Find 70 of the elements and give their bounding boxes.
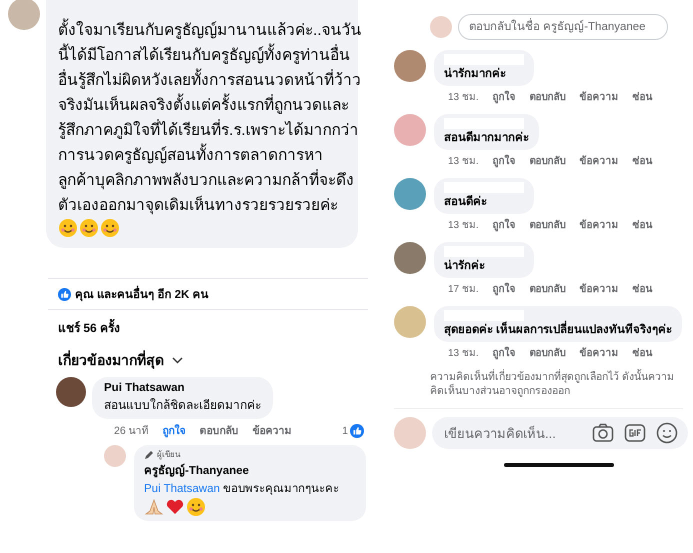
author-name[interactable]: Pui Thatsawan [104,382,261,394]
comment-action[interactable]: ซ่อน [632,89,653,104]
comment-action[interactable]: ข้อความ [580,281,619,296]
reply-field[interactable]: ตอบกลับในชื่อ ครูธัญญ์-Thanyanee [458,14,668,40]
avatar [394,114,426,146]
comment-action[interactable]: ถูกใจ [492,217,516,232]
smiling-face-icon [100,218,120,238]
heart-icon [165,497,185,517]
comment-action[interactable]: ตอบกลับ [200,422,239,439]
avatar [394,242,426,274]
timestamp: 13 ชม. [448,155,479,168]
gif-icon[interactable] [624,423,646,443]
comment-action[interactable]: ถูกใจ [492,345,516,360]
filter-notice: ความคิดเห็นที่เกี่ยวข้องมากที่สุดถูกเลือกไว้ ดังนั้นความคิดเห็นบางส่วนอาจถูกกรองออก [430,370,675,398]
like-count: 1 [342,424,348,436]
avatar [394,306,426,338]
comment-action[interactable]: ซ่อน [632,153,653,168]
comment-text: สอนดีมากมากค่ะ [444,131,529,146]
share-count[interactable]: แชร์ 56 ครั้ง [58,318,380,337]
comment-action[interactable]: ข้อความ [252,422,292,439]
comment-action[interactable]: ถูกใจ [492,153,516,168]
comment-text: ตั้งใจมาเรียนกับครูธัญญ์มานานแล้วค่ะ..จนวัน นี้ได้มีโอกาสได้เรียนกับครูธัญญ์ทั้งครูท่านอื่น อื่นรู้สึกไม่ผิดหวังเลยทั้งการสอนนวดหน้าที่ว้าว จริงมันเห็นผลจริงตั้งแต่ครั้งแรกที่ถูกนวดและ รู้สึกภาคภูมิใจที่ได้เรียนที่ร.ร.เพราะได้มากกว่า การนวดครูธัญญ์สอนทั้งการตลาดการหา ลูกค้าบุคลิกภาพพลังบวกและความกล้าที่จะดึง ตัวเองออกมาจุดเดิมเห็นทางรวยรวยรวยค่ะ [58,18,362,218]
smiling-face-icon [58,218,78,238]
comment-action[interactable]: ซ่อน [632,345,653,360]
comment-text: น่ารักมากค่ะ [444,67,507,82]
sort-dropdown[interactable]: เกี่ยวข้องมากที่สุด [58,349,183,371]
comment-text: น่ารักค่ะ [444,259,486,274]
comment-action[interactable]: ตอบกลับ [530,217,566,232]
avatar [394,417,426,449]
comment-action[interactable]: ตอบกลับ [530,345,566,360]
avatar [394,178,426,210]
like-icon [58,288,71,300]
avatar [394,50,426,82]
timestamp: 13 ชม. [448,219,479,232]
avatar [8,0,40,30]
reaction-summary[interactable]: คุณ และคนอื่นๆ อีก 2K คน [75,285,208,303]
comment-action[interactable]: ข้อความ [580,89,619,104]
timestamp: 13 ชม. [448,347,479,360]
smiling-face-icon [79,218,99,238]
comment-action[interactable]: ถูกใจ [162,422,186,439]
avatar [56,377,86,407]
praying-hands-icon [144,497,164,517]
emoji-icon[interactable] [656,422,678,444]
comment-action[interactable]: ข้อความ [580,217,619,232]
comment-action[interactable]: ตอบกลับ [530,89,566,104]
pencil-icon [144,450,154,460]
author-name[interactable]: ครูธัญญ์-Thanyanee [144,461,356,479]
timestamp: 26 นาที [114,424,149,439]
comment-action[interactable]: ข้อความ [580,153,619,168]
comment-action[interactable]: ถูกใจ [492,89,516,104]
comment-action[interactable]: ซ่อน [632,281,653,296]
chevron-down-icon [172,356,183,364]
avatar [104,445,126,467]
like-icon [350,424,364,438]
smiley-icon [186,497,206,517]
comment-action[interactable]: ตอบกลับ [530,153,566,168]
comment-action[interactable]: ถูกใจ [492,281,516,296]
comment-text: สอนแบบใกล้ชิดละเอียดมากค่ะ [104,397,261,414]
comment-text: สุดยอดค่ะ เห็นผลการเปลี่ยนแปลงทันทีจริงๆค่ะ [444,323,672,338]
avatar [430,16,452,38]
author-label: ผู้เขียน [157,449,180,461]
comment-field[interactable]: เขียนความคิดเห็น... [432,417,688,449]
reply-text: Pui Thatsawan ขอบพระคุณมากๆนะคะ [144,482,340,497]
timestamp: 17 ชม. [448,283,479,296]
comment-action[interactable]: ตอบกลับ [530,281,566,296]
comment-action[interactable]: ซ่อน [632,217,653,232]
comment-text: สอนดีค่ะ [444,195,488,210]
camera-icon[interactable] [592,423,614,443]
timestamp: 13 ชม. [448,91,479,104]
comment-action[interactable]: ข้อความ [580,345,619,360]
